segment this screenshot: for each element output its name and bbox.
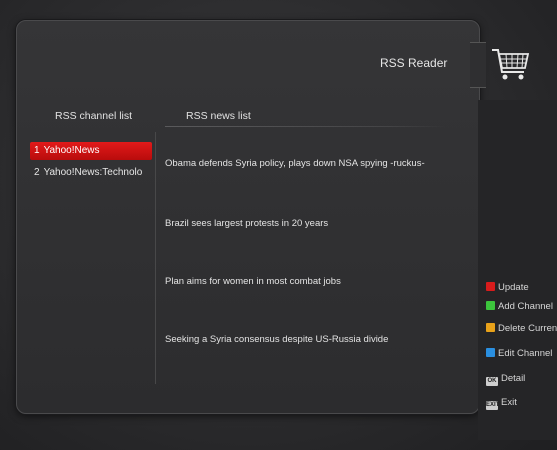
edit-channel-label: Edit Channel [498,348,553,359]
exit-key[interactable]: EXIT Exit [486,396,517,410]
detail-label: Detail [501,373,526,384]
add-channel-label: Add Channel [498,301,553,312]
edit-channel-key[interactable]: Edit Channel [486,347,552,361]
detail-key[interactable]: OK Detail [486,372,525,386]
channel-label: Yahoo!News [43,145,100,156]
page-title: RSS Reader [380,56,448,70]
delete-current-key[interactable]: Delete Curren [486,322,557,336]
add-channel-key[interactable]: Add Channel [486,300,553,314]
channel-label: Yahoo!News:Technolo [43,167,143,178]
column-divider [155,132,156,384]
update-key[interactable]: Update [486,281,529,295]
channel-number: 1 [34,145,40,156]
title-tab [470,42,486,88]
channel-item-1[interactable]: 1 Yahoo!News [30,142,152,160]
news-item-1[interactable]: Obama defends Syria policy, plays down N… [165,158,425,169]
ok-key-icon: OK [486,377,498,386]
yellow-key-icon [486,323,495,332]
exit-label: Exit [501,397,517,408]
shopping-cart-icon [488,42,532,86]
blue-key-icon [486,348,495,357]
channel-item-2[interactable]: 2 Yahoo!News:Technolo [30,164,152,182]
channel-number: 2 [34,167,40,178]
delete-current-label: Delete Curren [498,323,557,334]
news-list-heading: RSS news list [186,110,251,122]
key-legend-panel [478,100,557,440]
update-label: Update [498,282,529,293]
news-item-4[interactable]: Seeking a Syria consensus despite US-Rus… [165,334,388,345]
news-item-2[interactable]: Brazil sees largest protests in 20 years [165,218,328,229]
channel-list-heading: RSS channel list [55,110,133,122]
heading-divider [165,126,445,127]
news-item-3[interactable]: Plan aims for women in most combat jobs [165,276,341,287]
green-key-icon [486,301,495,310]
exit-key-icon: EXIT [486,401,500,410]
red-key-icon [486,282,495,291]
rss-reader-panel [16,20,480,414]
